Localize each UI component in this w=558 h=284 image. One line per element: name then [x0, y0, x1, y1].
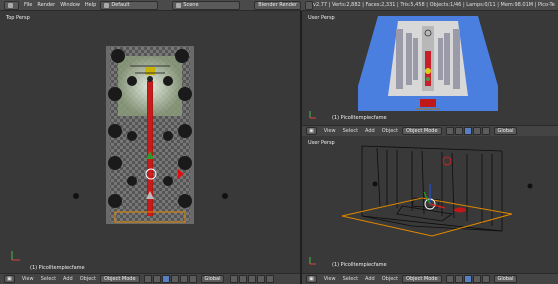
pivot-icon[interactable]: [454, 127, 463, 135]
menu-view[interactable]: View: [324, 128, 336, 134]
mode-select[interactable]: Object Mode: [100, 275, 140, 283]
right-bottom-viewport-header: ▣ View Select Add Object Object Mode Glo…: [302, 273, 558, 284]
scene-statistics: v2.77 | Verts:2,882 | Faces:2,331 | Tris…: [313, 2, 556, 8]
shading-solid-icon[interactable]: [143, 275, 152, 283]
rotate-icon[interactable]: [481, 127, 490, 135]
render-engine-select[interactable]: Blender Render: [254, 0, 302, 10]
manipulator-icon[interactable]: [463, 127, 472, 135]
menu-add[interactable]: Add: [365, 276, 375, 282]
menu-help[interactable]: Help: [85, 2, 96, 8]
menu-select[interactable]: Select: [343, 276, 358, 282]
translate-icon[interactable]: [472, 275, 481, 283]
manipulator-icon[interactable]: [463, 275, 472, 283]
layer-icon[interactable]: [257, 275, 266, 283]
mode-select[interactable]: Object Mode: [402, 127, 442, 135]
layer-icon[interactable]: [248, 275, 257, 283]
right-top-viewport[interactable]: User Persp (1) Picolltempiecfame: [302, 11, 558, 125]
menu-object[interactable]: Object: [80, 276, 96, 282]
orientation-select[interactable]: Global: [493, 275, 518, 283]
rotate-icon[interactable]: [481, 275, 490, 283]
menu-view[interactable]: View: [22, 276, 34, 282]
wireframe-view-scene: [309, 145, 533, 265]
viewport-object-label: (1) Picolltempiecfame: [30, 265, 85, 271]
orientation-select[interactable]: Global: [200, 275, 225, 283]
right-top-viewport-header: ▣ View Select Add Object Object Mode Glo…: [302, 125, 558, 136]
blender-logo-icon: [305, 0, 314, 10]
pivot-icon[interactable]: [152, 275, 161, 283]
menu-add[interactable]: Add: [63, 276, 73, 282]
menu-object[interactable]: Object: [382, 128, 398, 134]
screen-layout-select[interactable]: Default: [100, 0, 159, 10]
menu-view[interactable]: View: [324, 276, 336, 282]
layer-icon[interactable]: [239, 275, 248, 283]
layout-icon: [104, 2, 110, 8]
scene-icon: [176, 2, 182, 8]
top-menu-bar: File Render Window Help Default Scene Bl…: [0, 0, 558, 11]
editor-type-button[interactable]: ▣: [306, 127, 317, 135]
menu-file[interactable]: File: [24, 2, 32, 8]
right-bottom-viewport[interactable]: User Persp (1) Picolltempiecfame: [302, 136, 558, 273]
layer-icon[interactable]: [230, 275, 239, 283]
left-viewport[interactable]: Top Persp (1) Picolltempiecfame: [0, 11, 300, 273]
editor-type-button[interactable]: ▣: [306, 275, 317, 283]
left-viewport-header: ▣ View Select Add Object Object Mode Glo…: [0, 273, 300, 284]
top-view-scene: [11, 46, 228, 261]
menu-render[interactable]: Render: [37, 2, 55, 8]
scale-icon[interactable]: [188, 275, 197, 283]
viewport-object-label: (1) Picolltempiecfame: [332, 115, 387, 121]
translate-icon[interactable]: [472, 127, 481, 135]
editor-type-button[interactable]: [4, 0, 19, 10]
shading-solid-icon[interactable]: [445, 275, 454, 283]
manipulator-icon[interactable]: [161, 275, 170, 283]
rotate-icon[interactable]: [179, 275, 188, 283]
menu-add[interactable]: Add: [365, 128, 375, 134]
camera-view-scene: [309, 16, 498, 119]
viewport-object-label: (1) Picolltempiecfame: [332, 262, 387, 268]
mode-select[interactable]: Object Mode: [402, 275, 442, 283]
view3d-icon: ▣: [309, 276, 314, 282]
orientation-select[interactable]: Global: [493, 127, 518, 135]
view3d-icon: ▣: [309, 128, 314, 134]
view3d-icon: ▣: [7, 276, 12, 282]
translate-icon[interactable]: [170, 275, 179, 283]
menu-select[interactable]: Select: [41, 276, 56, 282]
info-icon: [8, 2, 13, 8]
menu-window[interactable]: Window: [60, 2, 80, 8]
menu-object[interactable]: Object: [382, 276, 398, 282]
shading-solid-icon[interactable]: [445, 127, 454, 135]
layer-icon[interactable]: [266, 275, 275, 283]
scene-select[interactable]: Scene: [172, 0, 241, 10]
menu-select[interactable]: Select: [343, 128, 358, 134]
editor-type-button[interactable]: ▣: [4, 275, 15, 283]
pivot-icon[interactable]: [454, 275, 463, 283]
